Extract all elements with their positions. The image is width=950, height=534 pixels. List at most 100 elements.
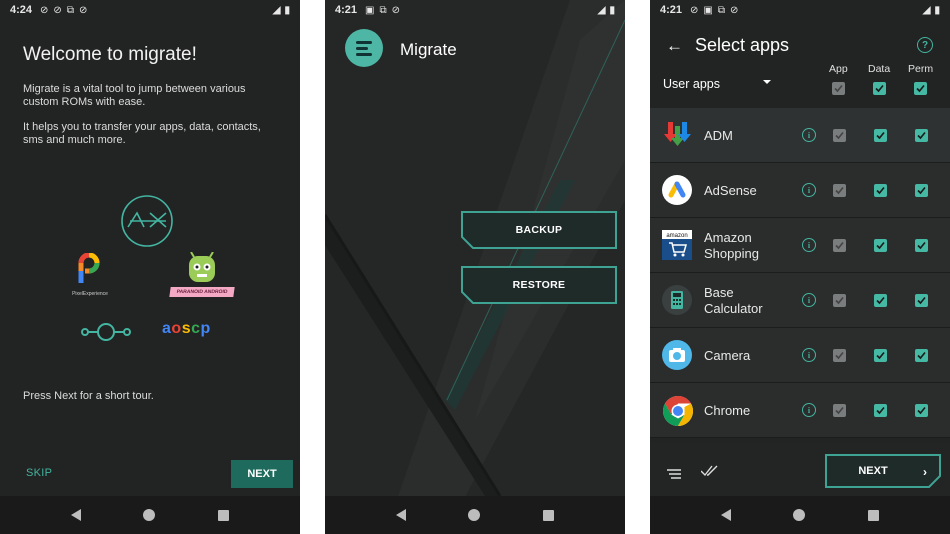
image-icon: ▣ [365, 4, 375, 16]
image-icon: ▣ [703, 4, 713, 16]
system-icons: ◢ ▮ [273, 5, 290, 16]
select-all-app-checkbox[interactable] [832, 82, 845, 95]
info-icon[interactable]: i [802, 183, 816, 197]
lineageos-logo [80, 322, 132, 347]
sync-icon: ⊘ [730, 4, 739, 16]
calculator-icon [662, 285, 692, 315]
backup-label: BACKUP [515, 224, 563, 236]
select-all-perm-checkbox[interactable] [914, 82, 927, 95]
data-checkbox[interactable] [874, 239, 887, 252]
data-icon: ⧉ [66, 4, 74, 16]
status-time: 4:21 [660, 4, 683, 16]
sort-icon[interactable] [667, 466, 681, 484]
adm-download-icon [662, 120, 692, 150]
app-checkbox[interactable] [833, 129, 846, 142]
chevron-right-icon: › [923, 465, 927, 479]
page-title: Select apps [695, 35, 790, 55]
backup-button[interactable]: BACKUP [461, 211, 617, 249]
restore-label: RESTORE [512, 279, 566, 291]
data-checkbox[interactable] [874, 294, 887, 307]
back-icon[interactable] [71, 509, 82, 521]
app-filter-dropdown[interactable]: User apps [663, 77, 720, 91]
pe-banner: PARANOID ANDROID [169, 287, 235, 297]
aex-logo [119, 193, 175, 254]
recents-icon[interactable] [542, 509, 554, 521]
system-icons: ◢ ▮ [598, 5, 615, 16]
select-all-icon[interactable] [700, 464, 719, 482]
app-name: Camera [704, 348, 751, 363]
info-icon[interactable]: i [802, 403, 816, 417]
perm-checkbox[interactable] [915, 404, 928, 417]
data-checkbox[interactable] [874, 349, 887, 362]
signal-icon: ◢ [597, 4, 606, 16]
status-time: 4:21 [335, 4, 358, 16]
select-all-data-checkbox[interactable] [873, 82, 886, 95]
skip-button[interactable]: SKIP [26, 467, 52, 479]
home-icon[interactable] [793, 509, 806, 521]
recents-icon[interactable] [217, 509, 229, 521]
dropdown-arrow-icon[interactable] [763, 80, 771, 84]
app-checkbox[interactable] [833, 239, 846, 252]
app-checkbox[interactable] [833, 349, 846, 362]
app-name: AdSense [704, 183, 757, 198]
perm-checkbox[interactable] [915, 129, 928, 142]
home-screen: 4:21 ▣ ⧉ ⊘ ◢ ▮ Migrate BACKUP RESTORE [325, 0, 625, 534]
perm-checkbox[interactable] [915, 239, 928, 252]
sync-icon: ⊘ [690, 4, 699, 16]
perm-checkbox[interactable] [915, 349, 928, 362]
navigation-bar [325, 496, 625, 534]
app-row-camera[interactable]: Camera i [650, 328, 950, 383]
app-row-chrome[interactable]: Chrome i [650, 383, 950, 438]
adsense-icon [662, 175, 692, 205]
next-button[interactable]: NEXT [231, 460, 293, 488]
svg-text:amazon: amazon [666, 233, 687, 239]
help-icon[interactable]: ? [917, 37, 933, 53]
app-checkbox[interactable] [833, 404, 846, 417]
paranoid-android-logo: PARANOID ANDROID [169, 251, 235, 297]
welcome-title: Welcome to migrate! [23, 44, 197, 65]
app-name: ADM [704, 128, 733, 143]
intro-paragraph: Migrate is a vital tool to jump between … [23, 83, 246, 108]
app-checkbox[interactable] [833, 184, 846, 197]
back-icon[interactable] [396, 509, 407, 521]
welcome-screen: 4:24 ⊘ ⊘ ⧉ ⊘ ◢ ▮ Welcome to migrate! Mig… [0, 0, 300, 534]
restore-button[interactable]: RESTORE [461, 266, 617, 304]
app-row-amazon-shopping[interactable]: amazon Amazon Shopping i [650, 218, 950, 273]
app-checkbox[interactable] [833, 294, 846, 307]
camera-icon [662, 340, 692, 370]
data-checkbox[interactable] [874, 184, 887, 197]
next-button[interactable]: NEXT › [825, 454, 941, 488]
info-icon[interactable]: i [802, 348, 816, 362]
status-time: 4:24 [10, 4, 33, 16]
back-arrow-icon[interactable]: ← [666, 36, 683, 56]
app-name: Chrome [704, 403, 751, 418]
home-icon[interactable] [143, 509, 156, 521]
system-icons: ◢ ▮ [923, 5, 940, 16]
app-row-adm[interactable]: ADM i [650, 108, 950, 163]
signal-icon: ◢ [272, 4, 281, 16]
status-bar: 4:21 ▣ ⧉ ⊘ ◢ ▮ [325, 0, 625, 20]
migrate-logo-icon [345, 29, 383, 67]
notification-icons: ⊘ ▣ ⧉ ⊘ [690, 5, 738, 16]
info-icon[interactable]: i [802, 238, 816, 252]
app-name: Base Calculator [704, 285, 763, 316]
battery-icon: ▮ [284, 4, 290, 16]
info-icon[interactable]: i [802, 293, 816, 307]
home-icon[interactable] [468, 509, 481, 521]
sync-icon: ⊘ [40, 4, 49, 16]
info-icon[interactable]: i [802, 128, 816, 142]
data-checkbox[interactable] [874, 404, 887, 417]
data-checkbox[interactable] [874, 129, 887, 142]
app-row-base-calculator[interactable]: Base Calculator i [650, 273, 950, 328]
back-icon[interactable] [721, 509, 732, 521]
notification-icons: ⊘ ⊘ ⧉ ⊘ [40, 5, 87, 16]
perm-checkbox[interactable] [915, 184, 928, 197]
perm-checkbox[interactable] [915, 294, 928, 307]
next-label: NEXT [858, 465, 888, 477]
battery-icon: ▮ [934, 4, 940, 16]
battery-icon: ▮ [609, 4, 615, 16]
data-icon: ⧉ [379, 4, 387, 16]
recents-icon[interactable] [867, 509, 879, 521]
app-row-adsense[interactable]: AdSense i [650, 163, 950, 218]
select-apps-screen: 4:21 ⊘ ▣ ⧉ ⊘ ◢ ▮ ← Select apps ? User ap… [650, 0, 950, 534]
